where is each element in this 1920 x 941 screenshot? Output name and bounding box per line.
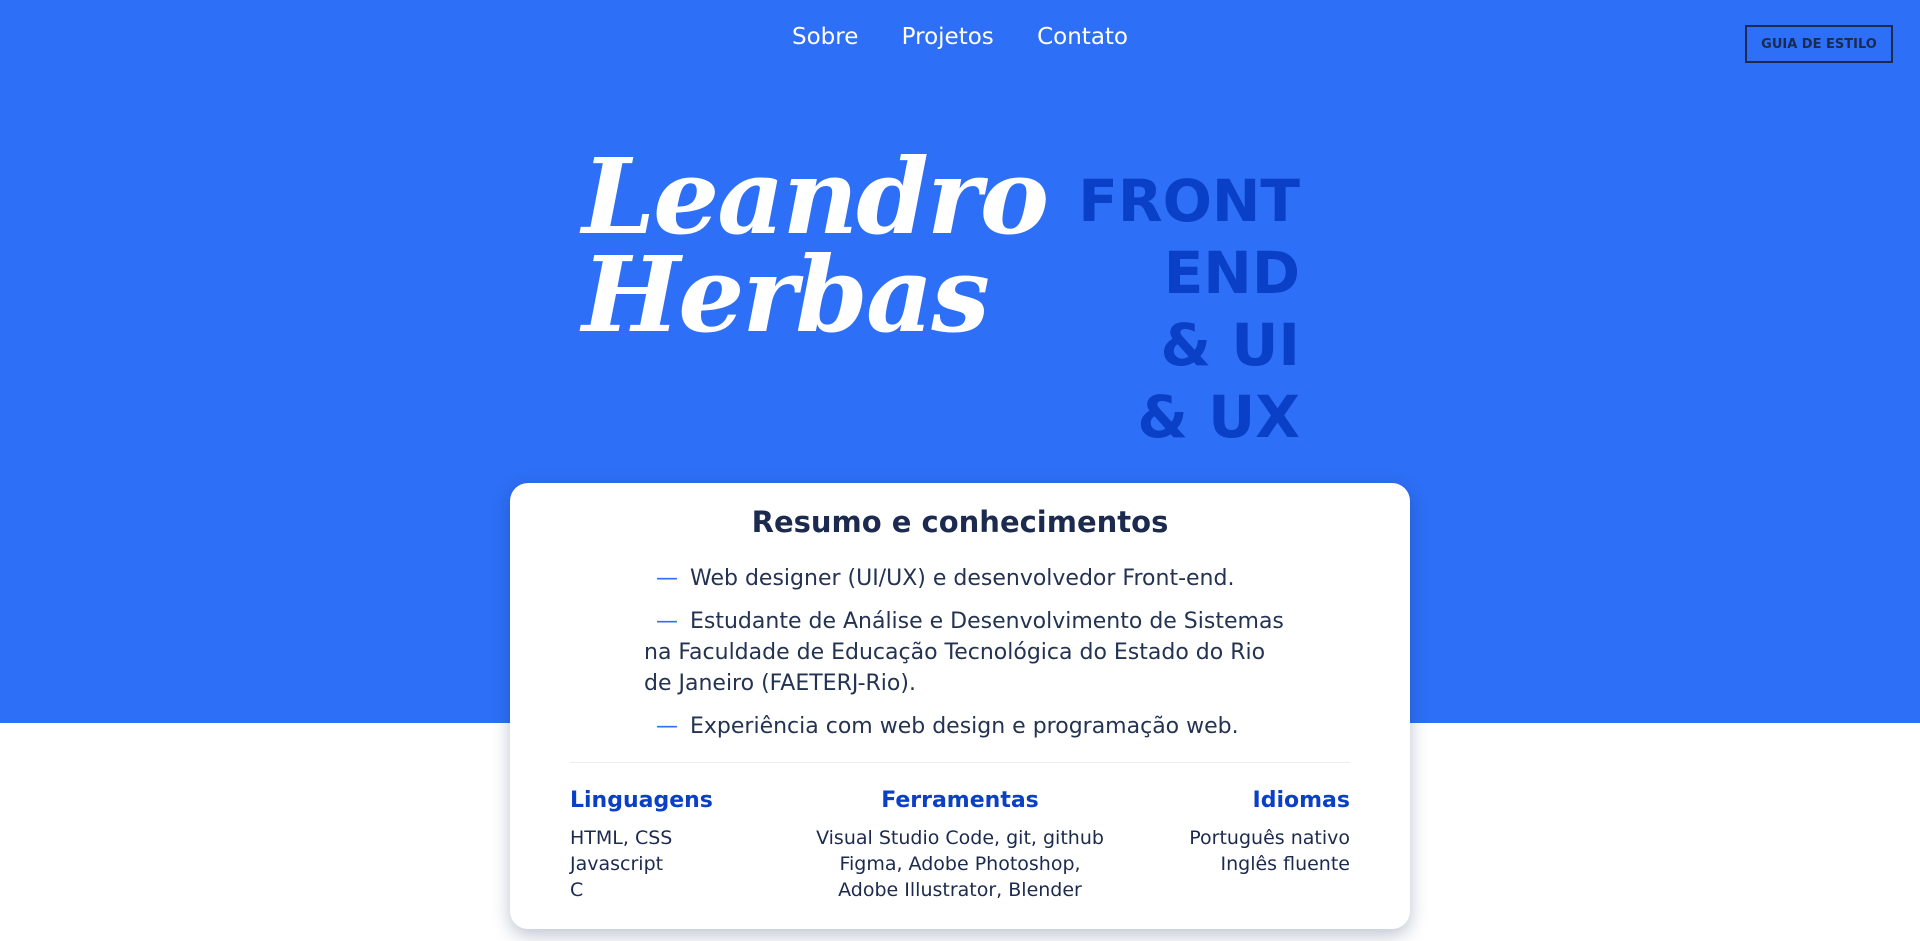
idioms-title: Idiomas [1252, 788, 1350, 813]
tools-title: Ferramentas [881, 788, 1039, 813]
idioms-line: Português nativo [1189, 827, 1350, 849]
hero-name-last: Herbas [582, 233, 990, 356]
hero-name: Leandro Herbas [582, 135, 1049, 356]
tools-line: Adobe Illustrator, Blender [838, 879, 1082, 901]
style-guide-button[interactable]: GUIA DE ESTILO [1745, 25, 1893, 63]
idioms-line: Inglês fluente [1220, 853, 1351, 875]
list-item: — Experiência com web design e programaçã… [644, 711, 1284, 742]
tools-column: Ferramentas Visual Studio Code, git, git… [810, 788, 1110, 903]
tools-line: Figma, Adobe Photoshop, [839, 853, 1081, 875]
idioms-column: Idiomas Português nativo Inglês fluente [1100, 788, 1350, 877]
dash-bullet: — [656, 714, 678, 739]
summary-title: Resumo e conhecimentos [751, 505, 1169, 539]
dash-bullet: — [656, 609, 678, 634]
hero-role-line: & UI [1160, 311, 1300, 379]
hero-name-first: Leandro [582, 135, 1049, 258]
hero-role-line: FRONT END [1078, 167, 1300, 307]
summary-list: — Web designer (UI/UX) e desenvolvedor Fr… [644, 563, 1284, 754]
languages-line: C [570, 879, 584, 901]
list-item-text: Web designer (UI/UX) e desenvolvedor Fro… [690, 566, 1235, 591]
hero-role-line: & UX [1137, 383, 1300, 451]
languages-line: HTML, CSS [570, 827, 673, 849]
main-nav: Sobre Projetos Contato [0, 24, 1920, 50]
languages-title: Linguagens [570, 788, 713, 813]
hero-role: FRONT END & UI & UX [940, 165, 1300, 453]
summary-card: Resumo e conhecimentos — Web designer (UI… [510, 483, 1410, 929]
divider [570, 762, 1350, 763]
list-item: — Estudante de Análise e Desenvolvimento … [644, 606, 1284, 699]
nav-link-contato[interactable]: Contato [1037, 24, 1128, 50]
list-item: — Web designer (UI/UX) e desenvolvedor Fr… [644, 563, 1284, 594]
dash-bullet: — [656, 566, 678, 591]
list-item-text: Experiência com web design e programação… [690, 714, 1239, 739]
nav-link-sobre[interactable]: Sobre [792, 24, 858, 50]
languages-column: Linguagens HTML, CSS Javascript C [570, 788, 830, 903]
nav-link-projetos[interactable]: Projetos [902, 24, 994, 50]
languages-line: Javascript [570, 853, 664, 875]
list-item-text: Estudante de Análise e Desenvolvimento d… [644, 609, 1284, 696]
tools-line: Visual Studio Code, git, github [816, 827, 1104, 849]
